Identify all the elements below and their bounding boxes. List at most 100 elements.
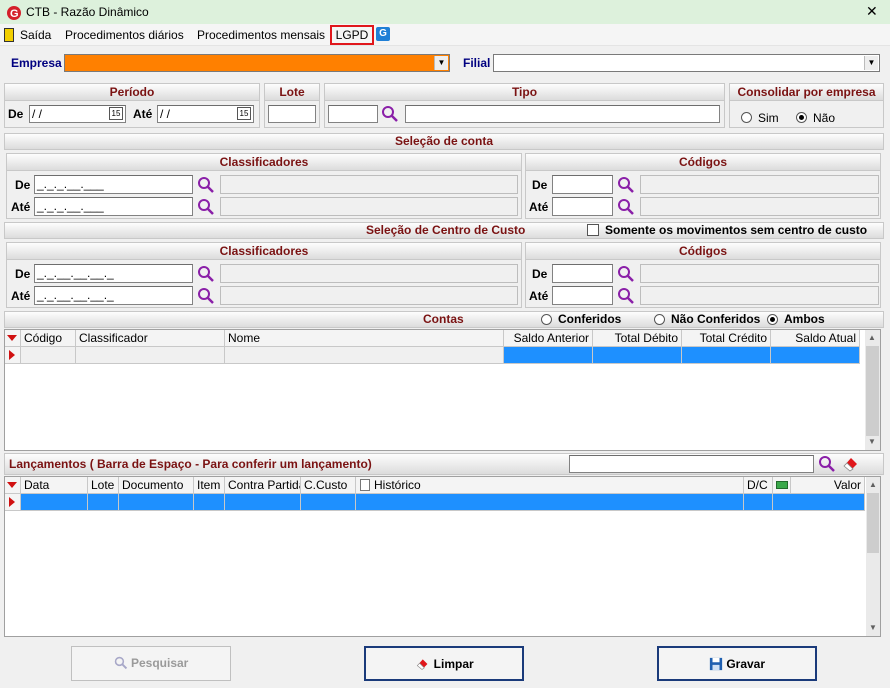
col-historico-label: Histórico: [374, 478, 421, 492]
lancamentos-grid[interactable]: Data Lote Documento Item Contra Partida …: [4, 476, 881, 637]
col-contra-partida[interactable]: Contra Partida: [225, 477, 301, 494]
gravar-button[interactable]: Gravar: [657, 646, 817, 681]
search-icon[interactable]: [617, 176, 635, 194]
lote-input[interactable]: [268, 105, 316, 123]
chevron-down-icon[interactable]: ▼: [864, 56, 878, 70]
search-icon: [114, 656, 127, 670]
centro-class-de-desc: [220, 264, 518, 283]
contas-ambos-label: Ambos: [784, 312, 825, 326]
table-row-cell[interactable]: [21, 494, 88, 511]
title-bar: G CTB - Razão Dinâmico ✕: [0, 0, 890, 24]
conta-cod-de-input[interactable]: [552, 175, 613, 194]
calendar-icon[interactable]: 15: [237, 107, 251, 120]
table-row-cell[interactable]: [88, 494, 119, 511]
table-row-cell[interactable]: [593, 347, 682, 364]
scroll-thumb[interactable]: [867, 493, 879, 553]
filial-select[interactable]: ▼: [493, 54, 880, 72]
calendar-icon[interactable]: 15: [109, 107, 123, 120]
periodo-de-label: De: [8, 107, 24, 121]
table-row-cell[interactable]: [225, 494, 301, 511]
conta-class-ate-label: Até: [11, 200, 31, 214]
g-icon[interactable]: G: [376, 27, 390, 41]
contas-conferidos-radio[interactable]: [541, 314, 552, 325]
consolidar-sim-radio[interactable]: [741, 112, 752, 123]
lancamentos-scrollbar[interactable]: ▲ ▼: [866, 477, 880, 636]
col-item[interactable]: Item: [194, 477, 225, 494]
col-total-debito[interactable]: Total Débito: [593, 330, 682, 347]
conta-cod-ate-input[interactable]: [552, 197, 613, 216]
contas-nao-conferidos-radio[interactable]: [654, 314, 665, 325]
menu-procedimentos-mensais[interactable]: Procedimentos mensais: [197, 28, 325, 42]
centro-cod-de-input[interactable]: [552, 264, 613, 283]
pesquisar-button[interactable]: Pesquisar: [71, 646, 231, 681]
table-row-cell[interactable]: [76, 347, 225, 364]
search-icon[interactable]: [197, 176, 215, 194]
search-icon[interactable]: [617, 198, 635, 216]
table-row-cell[interactable]: [773, 494, 865, 511]
scroll-down-icon[interactable]: ▼: [868, 437, 876, 446]
search-icon[interactable]: [617, 287, 635, 305]
col-documento[interactable]: Documento: [119, 477, 194, 494]
table-row-cell[interactable]: [194, 494, 225, 511]
search-icon[interactable]: [197, 198, 215, 216]
centro-class-de-input[interactable]: _._.__.__.__._: [34, 264, 193, 283]
col-total-credito[interactable]: Total Crédito: [682, 330, 771, 347]
col-valor[interactable]: Valor: [791, 477, 865, 494]
scroll-down-icon[interactable]: ▼: [869, 623, 877, 632]
centro-cod-ate-input[interactable]: [552, 286, 613, 305]
scroll-thumb[interactable]: [866, 346, 879, 436]
col-ccusto[interactable]: C.Custo: [301, 477, 356, 494]
col-nome[interactable]: Nome: [225, 330, 504, 347]
somente-checkbox[interactable]: [587, 224, 599, 236]
sort-arrow-icon: [7, 335, 17, 341]
lancamentos-search-input[interactable]: [569, 455, 814, 473]
col-saldo-atual[interactable]: Saldo Atual: [771, 330, 860, 347]
scroll-up-icon[interactable]: ▲: [869, 480, 877, 489]
menu-saida[interactable]: Saída: [20, 28, 51, 42]
search-icon[interactable]: [197, 287, 215, 305]
table-row-cell[interactable]: [771, 347, 860, 364]
selecao-centro-title: Seleção de Centro de Custo: [366, 223, 526, 237]
consolidar-panel: Consolidar por empresa Sim Não: [729, 83, 884, 128]
menu-procedimentos-diarios[interactable]: Procedimentos diários: [65, 28, 184, 42]
chevron-down-icon[interactable]: ▼: [434, 56, 448, 70]
table-row-cell[interactable]: [682, 347, 771, 364]
centro-class-ate-input[interactable]: _._.__.__.__._: [34, 286, 193, 305]
contas-ambos-radio[interactable]: [767, 314, 778, 325]
conta-class-ate-input[interactable]: _._._.__.___: [34, 197, 193, 216]
table-row-cell[interactable]: [119, 494, 194, 511]
scroll-up-icon[interactable]: ▲: [868, 333, 876, 342]
table-row-cell[interactable]: [504, 347, 593, 364]
table-row-cell[interactable]: [744, 494, 773, 511]
limpar-button[interactable]: Limpar: [364, 646, 524, 681]
tipo-code-input[interactable]: [328, 105, 378, 123]
tipo-desc-input[interactable]: [405, 105, 720, 123]
col-historico[interactable]: Histórico: [356, 477, 744, 494]
col-data[interactable]: Data: [21, 477, 88, 494]
search-icon[interactable]: [617, 265, 635, 283]
col-money[interactable]: [773, 477, 791, 494]
search-icon[interactable]: [818, 455, 836, 473]
table-row-cell[interactable]: [225, 347, 504, 364]
col-saldo-anterior[interactable]: Saldo Anterior: [504, 330, 593, 347]
col-codigo[interactable]: Código: [21, 330, 76, 347]
search-icon[interactable]: [197, 265, 215, 283]
contas-scrollbar[interactable]: ▲ ▼: [865, 330, 880, 450]
menu-lgpd[interactable]: LGPD: [330, 25, 374, 45]
table-row-cell[interactable]: [301, 494, 356, 511]
table-row-cell[interactable]: [21, 347, 76, 364]
empresa-select[interactable]: ▼: [64, 54, 450, 72]
eraser-icon[interactable]: [841, 455, 859, 473]
search-icon[interactable]: [381, 105, 399, 123]
conta-class-de-input[interactable]: _._._.__.___: [34, 175, 193, 194]
close-icon[interactable]: ✕: [866, 3, 878, 20]
col-lote[interactable]: Lote: [88, 477, 119, 494]
table-row-cell[interactable]: [356, 494, 744, 511]
consolidar-nao-radio[interactable]: [796, 112, 807, 123]
row-pointer-icon: [9, 497, 15, 507]
contas-grid[interactable]: Código Classificador Nome Saldo Anterior…: [4, 329, 881, 451]
centro-cod-de-label: De: [532, 267, 548, 281]
sort-arrow-icon: [7, 482, 17, 488]
col-dc[interactable]: D/C: [744, 477, 773, 494]
col-classificador[interactable]: Classificador: [76, 330, 225, 347]
